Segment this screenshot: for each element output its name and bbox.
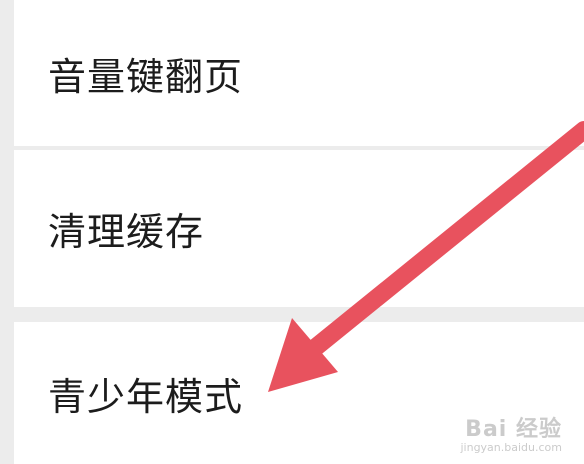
settings-item-label: 音量键翻页 <box>48 54 244 99</box>
watermark-text: Bai 经验 <box>465 417 562 442</box>
watermark-url: jingyan.baidu.com <box>460 441 562 454</box>
settings-card-general: 音量键翻页 清理缓存 <box>14 0 584 307</box>
settings-item-clear-cache[interactable]: 清理缓存 <box>14 150 584 307</box>
settings-item-label: 青少年模式 <box>48 374 244 419</box>
settings-screen: 音量键翻页 清理缓存 青少年模式 Bai 经验 jingyan.baidu.co… <box>0 0 584 464</box>
settings-item-volume-key-page-turn[interactable]: 音量键翻页 <box>14 0 584 146</box>
baidu-watermark: Bai 经验 jingyan.baidu.com <box>460 411 562 454</box>
settings-item-label: 清理缓存 <box>48 210 205 254</box>
